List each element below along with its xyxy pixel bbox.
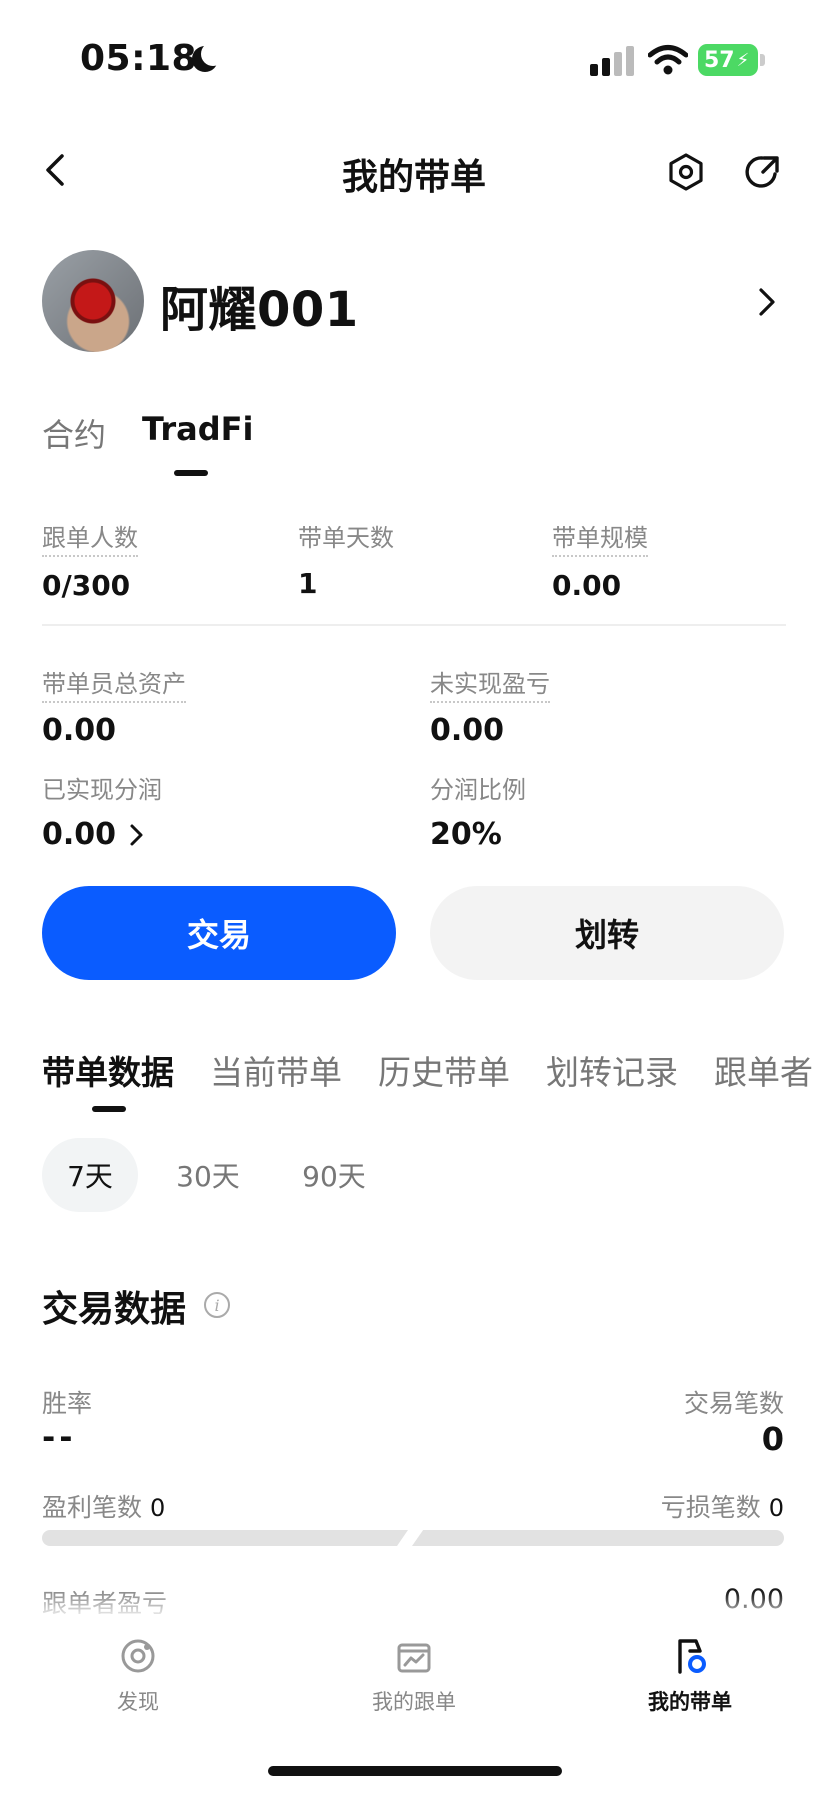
trade-button[interactable]: 交易 bbox=[42, 886, 396, 980]
tab-indicator bbox=[174, 470, 208, 476]
battery-cap bbox=[760, 54, 765, 66]
nav-my-lead[interactable]: 我的带单 bbox=[610, 1636, 770, 1716]
home-indicator[interactable] bbox=[268, 1766, 562, 1776]
battery-level: 57 bbox=[704, 47, 735, 73]
stat-total-assets: 带单员总资产 0.00 bbox=[42, 664, 186, 748]
win-rate-label: 胜率 bbox=[42, 1389, 93, 1418]
stat-value: 0.00 bbox=[42, 817, 117, 852]
profit-count-value: 0 bbox=[150, 1494, 166, 1522]
stat-label: 未实现盈亏 bbox=[430, 664, 550, 703]
chart-icon bbox=[397, 1643, 431, 1673]
stat-value: 1 bbox=[298, 567, 318, 600]
divider bbox=[42, 624, 786, 626]
period-90d[interactable]: 90天 bbox=[284, 1138, 384, 1212]
stat-label: 带单员总资产 bbox=[42, 664, 186, 703]
trade-count-label: 交易笔数 bbox=[683, 1389, 784, 1418]
trade-data-title: 交易数据 bbox=[42, 1289, 187, 1330]
tab-copy-data[interactable]: 带单数据 bbox=[42, 1046, 174, 1094]
flag-icon bbox=[678, 1639, 706, 1674]
tab-history-orders[interactable]: 历史带单 bbox=[378, 1046, 510, 1094]
stat-followers: 跟单人数 0/300 bbox=[42, 518, 138, 602]
loss-ratio-bar bbox=[412, 1530, 784, 1546]
trade-count-value: 0 bbox=[761, 1420, 784, 1458]
nav-discover[interactable]: 发现 bbox=[58, 1636, 218, 1716]
transfer-button[interactable]: 划转 bbox=[430, 886, 784, 980]
nav-label: 我的带单 bbox=[648, 1690, 732, 1714]
settings-icon[interactable] bbox=[666, 152, 706, 192]
profit-ratio-bar bbox=[42, 1530, 408, 1546]
info-icon[interactable]: i bbox=[204, 1292, 230, 1318]
avatar[interactable] bbox=[42, 250, 144, 352]
nav-label: 我的跟单 bbox=[372, 1690, 456, 1714]
loss-count: 亏损笔数 0 bbox=[661, 1488, 784, 1524]
stat-value: 0.00 bbox=[42, 713, 117, 748]
stat-label: 跟单人数 bbox=[42, 518, 138, 557]
discover-icon bbox=[121, 1639, 155, 1673]
nav-label: 发现 bbox=[117, 1690, 159, 1714]
nav-my-copy[interactable]: 我的跟单 bbox=[334, 1636, 494, 1716]
profit-count-label: 盈利笔数 bbox=[42, 1493, 143, 1522]
stat-value: 0.00 bbox=[430, 713, 505, 748]
tab-transfer-records[interactable]: 划转记录 bbox=[546, 1046, 678, 1094]
stat-value: 0/300 bbox=[42, 569, 131, 602]
follower-pnl-value: 0.00 bbox=[723, 1584, 784, 1615]
tab-contract[interactable]: 合约 bbox=[42, 410, 106, 456]
loss-count-label: 亏损笔数 bbox=[660, 1493, 761, 1522]
tab-tradfi[interactable]: TradFi bbox=[142, 410, 253, 448]
stat-profit-share-ratio: 分润比例 20% bbox=[430, 770, 526, 852]
loss-count-value: 0 bbox=[768, 1494, 784, 1522]
status-time: 05:18 bbox=[80, 38, 198, 79]
stat-realized-profit-share[interactable]: 已实现分润 0.00 bbox=[42, 770, 162, 852]
share-icon[interactable] bbox=[742, 152, 782, 192]
battery-icon: 57 ⚡ bbox=[698, 44, 758, 76]
stat-unrealized-pnl: 未实现盈亏 0.00 bbox=[430, 664, 550, 748]
stat-label: 已实现分润 bbox=[42, 776, 162, 804]
cellular-signal-icon bbox=[590, 46, 636, 76]
stat-label: 带单天数 bbox=[298, 524, 394, 552]
period-7d[interactable]: 7天 bbox=[42, 1138, 138, 1212]
period-30d[interactable]: 30天 bbox=[158, 1138, 258, 1212]
wifi-icon bbox=[648, 45, 688, 75]
username[interactable]: 阿耀001 bbox=[160, 270, 359, 340]
stat-scale: 带单规模 0.00 bbox=[552, 518, 648, 602]
chevron-right-icon[interactable] bbox=[126, 822, 148, 848]
chevron-right-icon[interactable] bbox=[752, 284, 782, 320]
tab-indicator bbox=[92, 1106, 126, 1112]
profit-count: 盈利笔数 0 bbox=[42, 1488, 165, 1524]
tab-current-orders[interactable]: 当前带单 bbox=[210, 1046, 342, 1094]
stat-value: 0.00 bbox=[552, 569, 622, 602]
stat-days: 带单天数 1 bbox=[298, 518, 394, 600]
stat-value: 20% bbox=[430, 817, 502, 852]
stat-label: 分润比例 bbox=[430, 776, 526, 804]
win-rate-value: -- bbox=[42, 1418, 77, 1456]
stat-label: 带单规模 bbox=[552, 518, 648, 557]
tab-followers[interactable]: 跟单者 bbox=[714, 1046, 813, 1094]
moon-icon bbox=[192, 42, 225, 72]
